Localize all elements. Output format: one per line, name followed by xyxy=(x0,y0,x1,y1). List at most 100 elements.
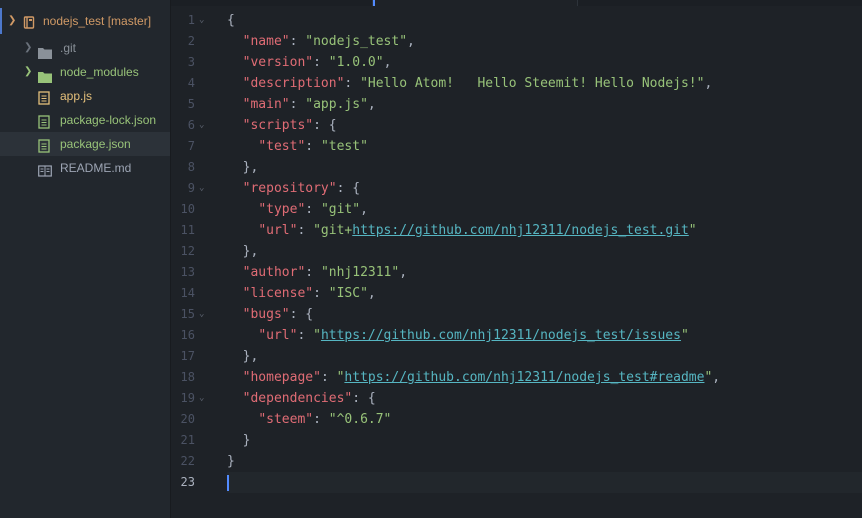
code-token: : xyxy=(289,97,306,112)
tree-item-label: .git xyxy=(60,41,77,55)
code-token: "type" xyxy=(258,202,306,217)
chevron-right-icon[interactable]: ❯ xyxy=(24,36,32,60)
code-content: "url": "git+https://github.com/nhj12311/… xyxy=(227,220,862,241)
code-token: : xyxy=(320,370,337,385)
code-token: "test" xyxy=(258,139,306,154)
code-content: "homepage": "https://github.com/nhj12311… xyxy=(227,367,862,388)
code-token: : { xyxy=(289,307,314,322)
code-token: "version" xyxy=(242,55,314,70)
code-line[interactable]: 6 ⌄ "scripts": { xyxy=(171,115,862,136)
code-content: }, xyxy=(227,241,862,262)
code-line[interactable]: 4 "description": "Hello Atom! Hello Stee… xyxy=(171,73,862,94)
code-line[interactable]: 5 "main": "app.js", xyxy=(171,94,862,115)
code-line[interactable]: 8 }, xyxy=(171,157,862,178)
code-line[interactable]: 11 "url": "git+https://github.com/nhj123… xyxy=(171,220,862,241)
code-token: "Hello Atom! Hello Steemit! Hello Nodejs… xyxy=(360,76,705,91)
code-content: "bugs": { xyxy=(227,304,862,325)
code-content: "name": "nodejs_test", xyxy=(227,31,862,52)
code-token: "repository" xyxy=(242,181,337,196)
code-line[interactable]: 22} xyxy=(171,451,862,472)
code-token: , xyxy=(399,265,408,280)
code-token: , xyxy=(360,202,368,217)
line-number: 2 xyxy=(187,34,195,48)
tree-root-project[interactable]: ❯ nodejs_test [master] xyxy=(0,9,170,33)
tree-item-label: app.js xyxy=(60,89,93,103)
chevron-down-icon[interactable]: ❯ xyxy=(8,9,16,33)
line-number: 20 xyxy=(180,412,195,426)
code-line[interactable]: 9 ⌄ "repository": { xyxy=(171,178,862,199)
tree-item-label: README.md xyxy=(60,161,132,175)
code-content: "test": "test" xyxy=(227,136,862,157)
code-token: , xyxy=(367,286,376,301)
tree-item-package-json[interactable]: package.json xyxy=(0,132,170,156)
code-line[interactable]: 10 "type": "git", xyxy=(171,199,862,220)
tree-item-git[interactable]: ❯ .git xyxy=(0,36,170,60)
code-content: }, xyxy=(227,157,862,178)
code-line[interactable]: 13 "author": "nhj12311", xyxy=(171,262,862,283)
code-token: , xyxy=(712,370,721,385)
tree-item-node-modules[interactable]: ❯ node_modules xyxy=(0,60,170,84)
tree-item-package-lock-json[interactable]: package-lock.json xyxy=(0,108,170,132)
code-line[interactable]: 23 xyxy=(171,472,862,493)
tree-item-app-js[interactable]: app.js xyxy=(0,84,170,108)
code-line[interactable]: 15 ⌄ "bugs": { xyxy=(171,304,862,325)
code-line[interactable]: 12 }, xyxy=(171,241,862,262)
code-token: "homepage" xyxy=(242,370,321,385)
line-number: 3 xyxy=(187,55,195,69)
code-token: "bugs" xyxy=(242,307,290,322)
code-token: "1.0.0" xyxy=(328,55,384,70)
code-token: "description" xyxy=(242,76,345,91)
line-number: 17 xyxy=(180,349,195,363)
line-number: 4 xyxy=(187,76,195,90)
code-line[interactable]: 18 "homepage": "https://github.com/nhj12… xyxy=(171,367,862,388)
code-line[interactable]: 20 "steem": "^0.6.7" xyxy=(171,409,862,430)
line-number: 9 xyxy=(187,181,195,195)
code-editor[interactable]: 1 ⌄{2 "name": "nodejs_test", 3 "version": … xyxy=(171,6,862,518)
code-token: "name" xyxy=(242,34,290,49)
code-token: "author" xyxy=(242,265,306,280)
code-token: "scripts" xyxy=(242,118,314,133)
line-number: 10 xyxy=(180,202,195,216)
fold-chevron-icon[interactable]: ⌄ xyxy=(199,388,204,409)
line-number: 12 xyxy=(180,244,195,258)
code-line[interactable]: 3 "version": "1.0.0", xyxy=(171,52,862,73)
line-number: 21 xyxy=(180,433,195,447)
fold-chevron-icon[interactable]: ⌄ xyxy=(199,178,204,199)
code-token: , xyxy=(407,34,415,49)
code-token: https://github.com/nhj12311/nodejs_test/… xyxy=(320,328,681,343)
tree-item-readme-md[interactable]: README.md xyxy=(0,156,170,180)
code-token: "main" xyxy=(242,97,290,112)
code-content: "url": "https://github.com/nhj12311/node… xyxy=(227,325,862,346)
fold-chevron-icon[interactable]: ⌄ xyxy=(199,10,204,31)
chevron-right-icon[interactable]: ❯ xyxy=(24,60,32,84)
code-content: } xyxy=(227,430,862,451)
code-line[interactable]: 2 "name": "nodejs_test", xyxy=(171,31,862,52)
code-content: "description": "Hello Atom! Hello Steemi… xyxy=(227,73,862,94)
code-token: : xyxy=(297,223,314,238)
fold-chevron-icon[interactable]: ⌄ xyxy=(199,304,204,325)
code-line[interactable]: 1 ⌄ { xyxy=(171,10,862,31)
code-line[interactable]: 14 "license": "ISC", xyxy=(171,283,862,304)
code-line[interactable]: 21 } xyxy=(171,430,862,451)
line-number: 11 xyxy=(180,223,195,237)
code-line[interactable]: 17 }, xyxy=(171,346,862,367)
fold-chevron-icon[interactable]: ⌄ xyxy=(199,115,204,136)
code-token: }, xyxy=(227,349,259,364)
code-token: "nodejs_test" xyxy=(305,34,408,49)
code-line[interactable]: 19 ⌄ "dependencies": { xyxy=(171,388,862,409)
code-token: : xyxy=(289,34,306,49)
code-line[interactable]: 16 "url": "https://github.com/nhj12311/n… xyxy=(171,325,862,346)
code-line[interactable]: 7 "test": "test" xyxy=(171,136,862,157)
code-token: : xyxy=(344,76,361,91)
code-token: "dependencies" xyxy=(242,391,353,406)
